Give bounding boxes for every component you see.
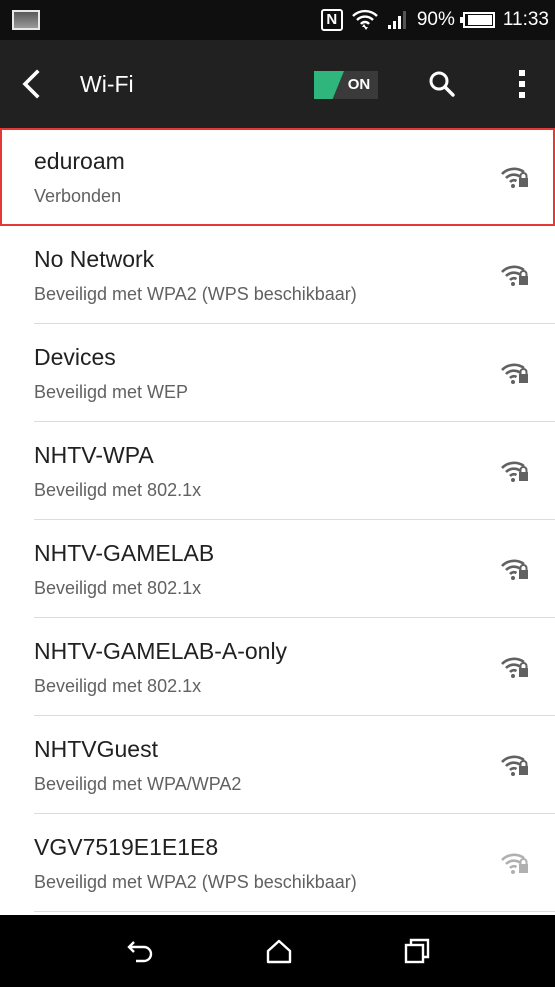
network-item[interactable]: NHTV-GAMELAB Beveiligd met 802.1x	[0, 520, 555, 618]
navigation-bar	[0, 915, 555, 987]
network-name: NHTV-WPA	[34, 442, 154, 468]
network-name: VGV7519E1E1E8	[34, 834, 219, 860]
page-title: Wi-Fi	[80, 71, 134, 97]
network-status: Beveiligd met 802.1x	[34, 480, 202, 500]
clock: 11:33	[502, 9, 549, 30]
network-item[interactable]: NHTV-WPA Beveiligd met 802.1x	[0, 422, 555, 520]
wifi-data-icon	[351, 9, 378, 30]
network-name: NHTVGuest	[34, 736, 158, 762]
image-thumbnail-icon	[12, 10, 40, 30]
status-icons: N 90% 11:33	[320, 0, 549, 40]
battery-percent: 90%	[416, 9, 455, 30]
network-status: Beveiligd met WPA/WPA2	[34, 774, 242, 794]
network-item[interactable]: NHTV-GAMELAB-A-only Beveiligd met 802.1x	[0, 618, 555, 716]
app-bar: Wi-Fi ON	[0, 40, 555, 128]
wifi-lock-icon	[500, 458, 530, 484]
network-name: NHTV-GAMELAB-A-only	[34, 638, 288, 664]
search-icon[interactable]	[420, 62, 464, 106]
wifi-lock-icon	[500, 556, 530, 582]
back-arrow-icon[interactable]	[20, 62, 64, 106]
wifi-lock-icon	[500, 164, 530, 190]
network-status: Verbonden	[34, 186, 122, 206]
network-name: No Network	[34, 246, 155, 272]
nfc-icon: N	[320, 9, 343, 31]
toggle-label: ON	[347, 76, 371, 93]
network-item[interactable]: Devices Beveiligd met WEP	[0, 324, 555, 422]
network-status: Beveiligd met 802.1x	[34, 578, 202, 598]
network-status: Beveiligd met WPA2 (WPS beschikbaar)	[34, 872, 357, 892]
wifi-lock-icon	[500, 262, 530, 288]
network-item-connected[interactable]: eduroam Verbonden	[0, 128, 555, 226]
wifi-lock-icon	[500, 654, 530, 680]
more-vert-icon[interactable]	[500, 62, 544, 106]
home-icon[interactable]	[257, 929, 301, 973]
divider	[34, 911, 555, 912]
network-list: eduroam Verbonden No Network Beveiligd met …	[0, 128, 555, 912]
network-name: eduroam	[34, 148, 125, 174]
wifi-lock-icon	[500, 752, 530, 778]
network-item[interactable]: No Network Beveiligd met WPA2 (WPS beschi…	[0, 226, 555, 324]
network-name: Devices	[34, 344, 116, 370]
network-status: Beveiligd met WEP	[34, 382, 189, 402]
wifi-lock-icon	[500, 850, 530, 876]
status-bar: N 90% 11:33	[0, 0, 555, 40]
back-icon[interactable]	[118, 929, 162, 973]
network-item[interactable]: NHTVGuest Beveiligd met WPA/WPA2	[0, 716, 555, 814]
network-name: NHTV-GAMELAB	[34, 540, 215, 566]
recents-icon[interactable]	[395, 929, 439, 973]
cell-signal-icon	[387, 11, 406, 29]
battery-icon	[459, 12, 495, 28]
network-status: Beveiligd met WPA2 (WPS beschikbaar)	[34, 284, 357, 304]
network-item[interactable]: VGV7519E1E1E8 Beveiligd met WPA2 (WPS bes…	[0, 814, 555, 912]
network-status: Beveiligd met 802.1x	[34, 676, 202, 696]
wifi-lock-icon	[500, 360, 530, 386]
wifi-toggle[interactable]: ON	[314, 71, 378, 99]
